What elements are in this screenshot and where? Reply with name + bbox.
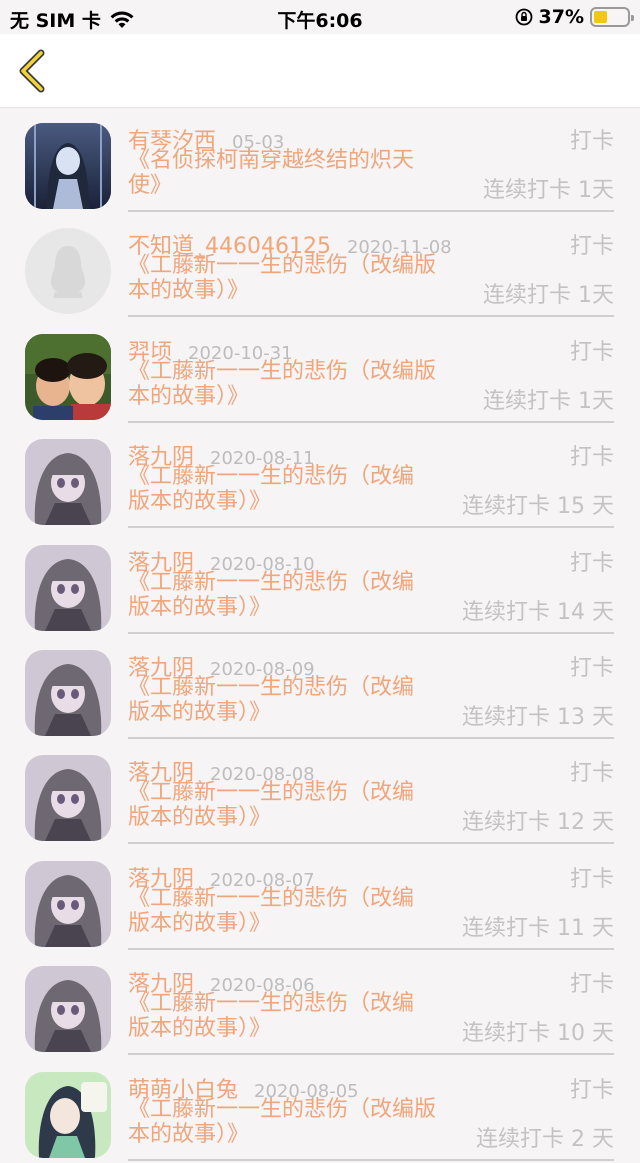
streak-count: 连续打卡 2 天: [476, 1126, 614, 1152]
user-avatar[interactable]: [25, 123, 111, 209]
streak-count: 连续打卡 1天: [483, 388, 614, 414]
row-content: 萌萌小白兔 2020-08-05 《工藤新一一生的悲伤（改编版 本的故事）》 打卡 连续…: [128, 1072, 614, 1161]
streak-count: 连续打卡 14 天: [462, 599, 614, 625]
checkin-label: 打卡: [569, 866, 614, 892]
row-content: 落九阴 2020-08-06 《工藤新一一生的悲伤（改编 版本的故事）》 打卡 连续打卡…: [128, 966, 614, 1056]
row-content: 落九阴 2020-08-07 《工藤新一一生的悲伤（改编 版本的故事）》 打卡 连续打卡…: [128, 861, 614, 950]
checkin-label: 打卡: [569, 550, 614, 576]
checkin-row[interactable]: 有琴汐西 05-03 《名侦探柯南穿越终结的炽天 使》 打卡 连续打卡 1天: [0, 109, 640, 214]
book-title[interactable]: 《工藤新一一生的悲伤（改编 版本的故事）》: [128, 886, 414, 936]
book-title[interactable]: 《工藤新一一生的悲伤（改编 版本的故事）》: [128, 991, 414, 1041]
checkin-row[interactable]: 不知道_446046125 2020-11-08 《工藤新一一生的悲伤（改编版 本的…: [0, 214, 640, 319]
checkin-label: 打卡: [569, 339, 614, 365]
user-avatar[interactable]: [25, 649, 111, 736]
user-avatar[interactable]: [25, 1071, 111, 1158]
checkin-row[interactable]: 落九阴 2020-08-10 《工藤新一一生的悲伤（改编 版本的故事）》 打卡 连续打卡…: [0, 531, 640, 636]
book-title[interactable]: 《工藤新一一生的悲伤（改编 版本的故事）》: [128, 675, 414, 725]
streak-count: 连续打卡 10 天: [462, 1021, 614, 1047]
back-button[interactable]: [12, 48, 56, 94]
book-title[interactable]: 《名侦探柯南穿越终结的炽天 使》: [128, 148, 414, 198]
chevron-left-icon: [19, 49, 45, 93]
row-content: 不知道_446046125 2020-11-08 《工藤新一一生的悲伤（改编版 本的…: [128, 228, 614, 318]
checkin-label: 打卡: [569, 234, 614, 260]
battery-icon: [590, 7, 634, 27]
book-title[interactable]: 《工藤新一一生的悲伤（改编 版本的故事）》: [128, 570, 414, 620]
streak-count: 连续打卡 1天: [483, 178, 614, 203]
book-title[interactable]: 《工藤新一一生的悲伤（改编 版本的故事）》: [128, 780, 414, 830]
checkin-row[interactable]: 落九阴 2020-08-06 《工藤新一一生的悲伤（改编 版本的故事）》 打卡 连续打卡…: [0, 952, 640, 1057]
battery-nub: [631, 15, 634, 21]
battery-fill: [594, 11, 607, 23]
user-avatar[interactable]: [25, 755, 111, 842]
user-avatar[interactable]: [25, 439, 111, 526]
checkin-row[interactable]: 萌萌小白兔 2020-08-05 《工藤新一一生的悲伤（改编版 本的故事）》 打卡 连续…: [0, 1058, 640, 1163]
book-title[interactable]: 《工藤新一一生的悲伤（改编版 本的故事）》: [128, 359, 436, 409]
row-content: 有琴汐西 05-03 《名侦探柯南穿越终结的炽天 使》 打卡 连续打卡 1天: [128, 123, 614, 212]
user-avatar[interactable]: [25, 860, 111, 947]
row-content: 落九阴 2020-08-08 《工藤新一一生的悲伤（改编 版本的故事）》 打卡 连续打卡…: [128, 755, 614, 845]
orientation-lock-icon: [515, 8, 533, 26]
streak-count: 连续打卡 13 天: [462, 704, 614, 730]
checkin-label: 打卡: [569, 761, 614, 787]
streak-count: 连续打卡 1天: [483, 283, 614, 309]
checkin-row[interactable]: 落九阴 2020-08-07 《工藤新一一生的悲伤（改编 版本的故事）》 打卡 连续打卡…: [0, 847, 640, 952]
book-title[interactable]: 《工藤新一一生的悲伤（改编版 本的故事）》: [128, 1097, 436, 1147]
checkin-row[interactable]: 落九阴 2020-08-08 《工藤新一一生的悲伤（改编 版本的故事）》 打卡 连续打卡…: [0, 741, 640, 846]
user-avatar[interactable]: [25, 333, 111, 420]
battery-percent: 37%: [538, 6, 584, 28]
checkin-label: 打卡: [569, 972, 614, 998]
checkin-label: 打卡: [569, 1077, 614, 1103]
user-avatar[interactable]: [25, 544, 111, 631]
checkin-list: 有琴汐西 05-03 《名侦探柯南穿越终结的炽天 使》 打卡 连续打卡 1天 不知道_44…: [0, 109, 640, 1163]
book-title[interactable]: 《工藤新一一生的悲伤（改编版 本的故事）》: [128, 253, 436, 303]
checkin-row[interactable]: 羿顷 2020-10-31 《工藤新一一生的悲伤（改编版 本的故事）》 打卡 连续打卡 …: [0, 320, 640, 425]
nav-bar: [0, 34, 640, 108]
checkin-label: 打卡: [569, 655, 614, 681]
streak-count: 连续打卡 15 天: [462, 494, 614, 520]
book-title[interactable]: 《工藤新一一生的悲伤（改编 版本的故事）》: [128, 464, 414, 514]
checkin-label: 打卡: [569, 129, 614, 154]
checkin-row[interactable]: 落九阴 2020-08-11 《工藤新一一生的悲伤（改编 版本的故事）》 打卡 连续打卡…: [0, 425, 640, 530]
checkin-label: 打卡: [569, 445, 614, 471]
user-avatar[interactable]: [25, 966, 111, 1053]
status-bar: 无 SIM 卡 下午6:06 37%: [0, 0, 640, 34]
streak-count: 连续打卡 12 天: [462, 810, 614, 836]
row-content: 落九阴 2020-08-10 《工藤新一一生的悲伤（改编 版本的故事）》 打卡 连续打卡…: [128, 545, 614, 634]
user-avatar[interactable]: [25, 228, 111, 315]
row-content: 落九阴 2020-08-09 《工藤新一一生的悲伤（改编 版本的故事）》 打卡 连续打卡…: [128, 650, 614, 739]
checkin-row[interactable]: 落九阴 2020-08-09 《工藤新一一生的悲伤（改编 版本的故事）》 打卡 连续打卡…: [0, 636, 640, 741]
streak-count: 连续打卡 11 天: [462, 915, 614, 941]
status-right: 37%: [515, 6, 634, 28]
row-content: 羿顷 2020-10-31 《工藤新一一生的悲伤（改编版 本的故事）》 打卡 连续打卡 …: [128, 334, 614, 423]
row-content: 落九阴 2020-08-11 《工藤新一一生的悲伤（改编 版本的故事）》 打卡 连续打卡…: [128, 439, 614, 529]
